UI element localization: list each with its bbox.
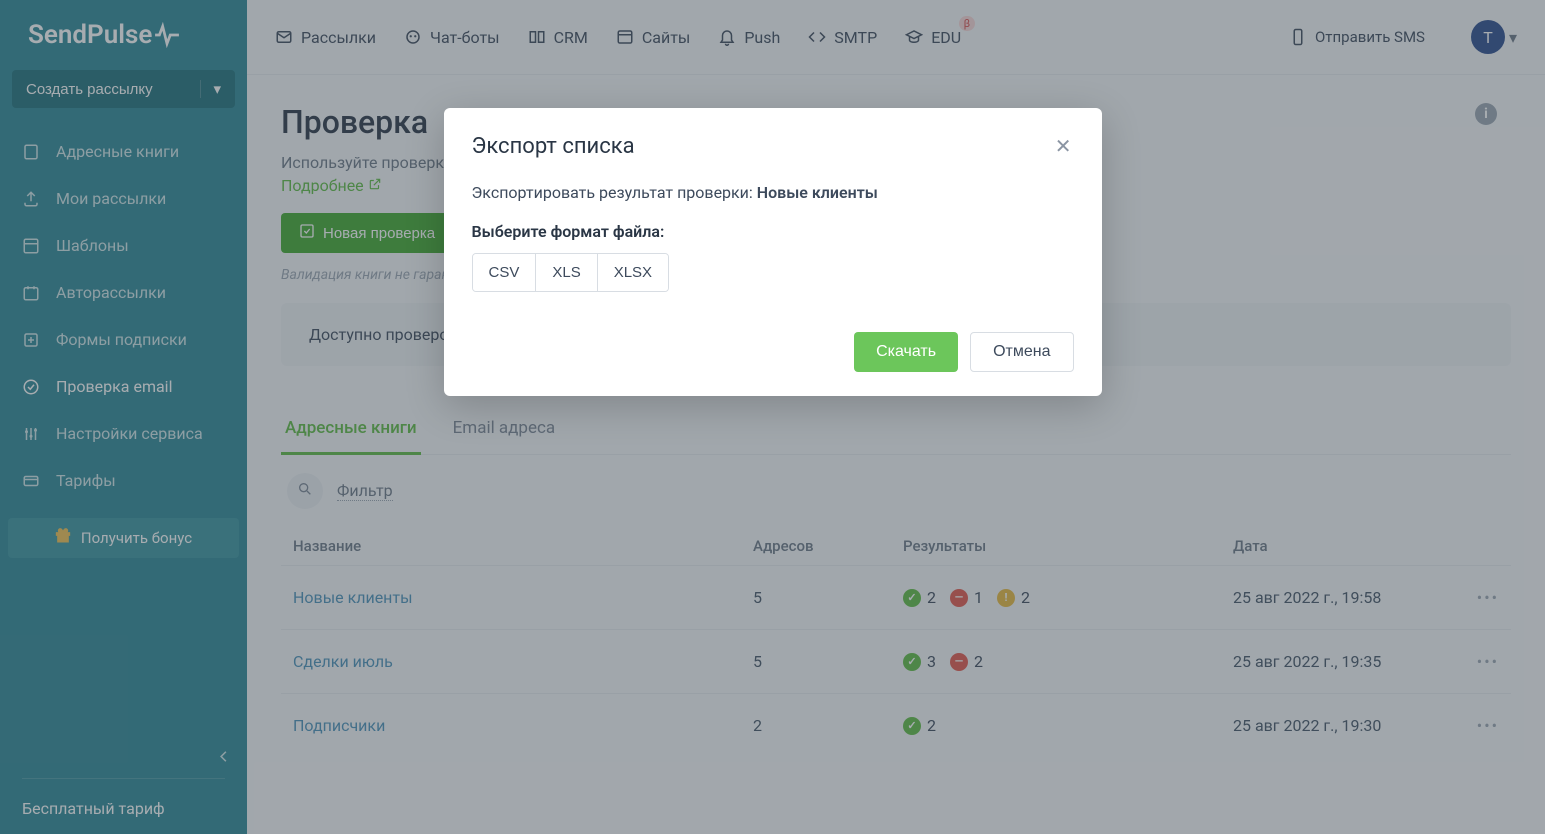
export-modal: Экспорт списка ✕ Экспортировать результа… (444, 108, 1102, 396)
close-icon: ✕ (1055, 134, 1072, 158)
format-xls-button[interactable]: XLS (536, 254, 597, 291)
modal-list-name: Новые клиенты (757, 183, 878, 202)
cancel-button[interactable]: Отмена (970, 332, 1073, 372)
modal-export-text: Экспортировать результат проверки: Новые… (472, 183, 1074, 202)
format-xlsx-button[interactable]: XLSX (598, 254, 668, 291)
modal-format-label: Выберите формат файла: (472, 222, 1074, 241)
download-button[interactable]: Скачать (854, 332, 958, 372)
modal-overlay[interactable]: Экспорт списка ✕ Экспортировать результа… (0, 0, 1545, 834)
format-button-group: CSV XLS XLSX (472, 253, 670, 292)
modal-title: Экспорт списка (472, 134, 635, 159)
format-csv-button[interactable]: CSV (473, 254, 537, 291)
modal-close-button[interactable]: ✕ (1053, 134, 1074, 158)
